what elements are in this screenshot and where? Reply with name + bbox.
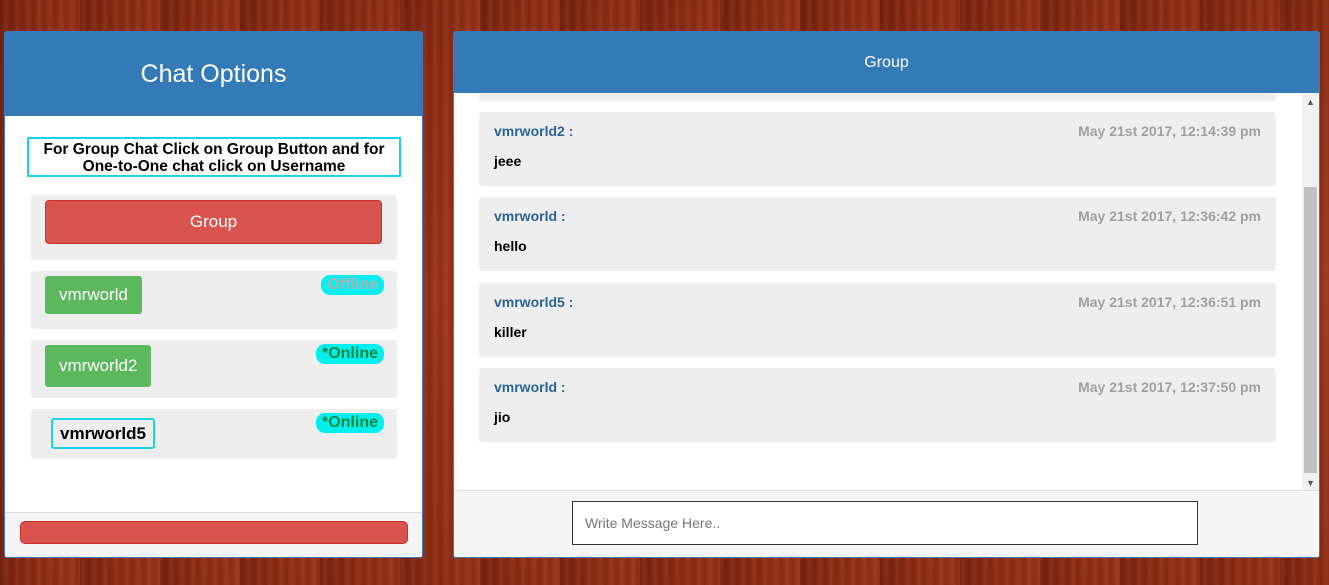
status-badge: Offline bbox=[321, 275, 384, 295]
message-item: vmrworld5 : May 21st 2017, 12:36:51 pm k… bbox=[479, 283, 1276, 357]
user-item: vmrworld5 *Online bbox=[31, 409, 397, 459]
status-badge: *Online bbox=[315, 413, 384, 433]
message-item: vmrworld : May 21st 2017, 12:36:42 pm he… bbox=[479, 197, 1276, 271]
chat-options-title: Chat Options bbox=[5, 32, 422, 116]
message-user: vmrworld5 : bbox=[494, 294, 574, 310]
chat-title: Group bbox=[454, 32, 1319, 93]
chat-panel: Group vmrworld2 : May 21st 2017, 12:14:3… bbox=[453, 31, 1320, 558]
message-scrollbar[interactable]: ▲ ▼ bbox=[1302, 93, 1319, 492]
message-time: May 21st 2017, 12:36:42 pm bbox=[1078, 208, 1261, 224]
scroll-down-icon[interactable]: ▼ bbox=[1302, 476, 1319, 490]
message-input[interactable] bbox=[572, 501, 1198, 545]
group-chat-button[interactable]: Group bbox=[45, 200, 382, 244]
footer-button[interactable] bbox=[20, 521, 408, 544]
user-button-vmrworld5[interactable]: vmrworld5 bbox=[51, 418, 155, 449]
message-time: May 21st 2017, 12:14:39 pm bbox=[1078, 123, 1261, 139]
left-footer bbox=[5, 512, 422, 557]
scroll-up-icon[interactable]: ▲ bbox=[1302, 95, 1319, 109]
message-user: vmrworld : bbox=[494, 379, 566, 395]
message-user: vmrworld : bbox=[494, 208, 566, 224]
message-input-bar bbox=[454, 490, 1319, 557]
message-item bbox=[479, 93, 1276, 101]
user-button-vmrworld2[interactable]: vmrworld2 bbox=[45, 345, 152, 387]
scrollbar-thumb[interactable] bbox=[1304, 187, 1317, 473]
message-item: vmrworld : May 21st 2017, 12:37:50 pm ji… bbox=[479, 368, 1276, 442]
message-text: jio bbox=[494, 409, 511, 425]
message-time: May 21st 2017, 12:37:50 pm bbox=[1078, 379, 1261, 395]
message-item: vmrworld2 : May 21st 2017, 12:14:39 pm j… bbox=[479, 112, 1276, 186]
message-user: vmrworld2 : bbox=[494, 123, 574, 139]
message-list[interactable]: vmrworld2 : May 21st 2017, 12:14:39 pm j… bbox=[454, 93, 1303, 492]
user-item: vmrworld2 *Online bbox=[31, 340, 397, 398]
message-text: hello bbox=[494, 238, 527, 254]
group-card: Group bbox=[31, 195, 397, 260]
message-time: May 21st 2017, 12:36:51 pm bbox=[1078, 294, 1261, 310]
message-text: killer bbox=[494, 324, 527, 340]
message-text: jeee bbox=[494, 153, 522, 169]
user-item: vmrworld Offline bbox=[31, 271, 397, 329]
instructions-text: For Group Chat Click on Group Button and… bbox=[27, 137, 401, 177]
user-button-vmrworld[interactable]: vmrworld bbox=[45, 276, 142, 314]
chat-options-panel: Chat Options For Group Chat Click on Gro… bbox=[4, 31, 423, 558]
status-badge: *Online bbox=[315, 344, 384, 364]
